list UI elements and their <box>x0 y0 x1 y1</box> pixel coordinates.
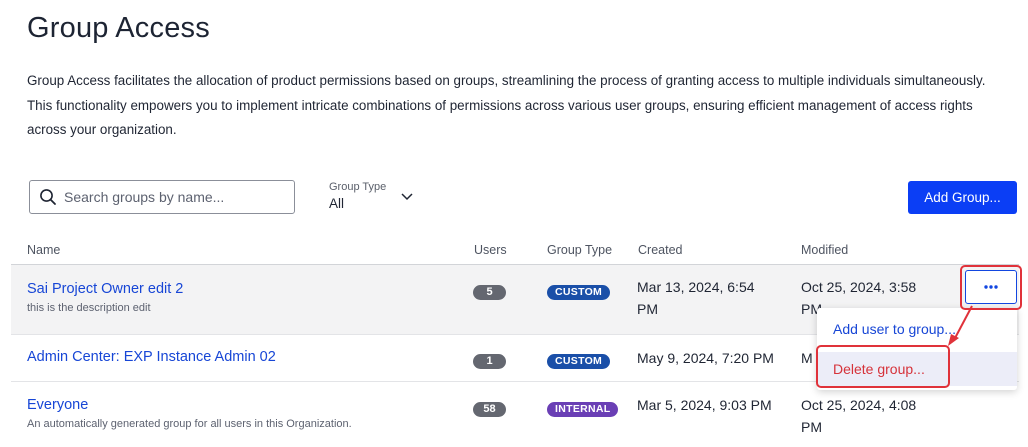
group-type-filter[interactable]: Group Type All <box>329 181 413 211</box>
annotation-arrow-icon <box>948 305 973 346</box>
add-user-to-group-menu-item[interactable]: Add user to group... <box>817 312 1017 346</box>
group-description: An automatically generated group for all… <box>27 418 352 430</box>
users-count-badge: 5 <box>473 285 506 300</box>
modified-date: Oct 25, 2024, 3:58 <box>801 279 917 295</box>
group-type-badge: INTERNAL <box>547 402 619 417</box>
page-description: Group Access facilitates the allocation … <box>27 73 986 137</box>
page-title: Group Access <box>27 12 210 44</box>
group-type-filter-label: Group Type <box>329 181 387 193</box>
users-count-badge: 1 <box>473 354 506 369</box>
search-icon <box>40 189 56 205</box>
group-name-link[interactable]: Everyone <box>27 397 88 413</box>
table-row[interactable]: Everyone An automatically generated grou… <box>11 381 1019 447</box>
column-header-users[interactable]: Users <box>474 243 507 257</box>
modified-time-suffix: PM <box>801 419 822 435</box>
group-type-badge: CUSTOM <box>547 354 611 369</box>
add-group-button[interactable]: Add Group... <box>908 181 1017 214</box>
created-date: Mar 13, 2024, 6:54 <box>637 279 755 295</box>
column-header-modified[interactable]: Modified <box>801 243 848 257</box>
modified-date: Oct 25, 2024, 4:08 <box>801 397 917 413</box>
group-name-link[interactable]: Admin Center: EXP Instance Admin 02 <box>27 349 276 365</box>
created-time-suffix: PM <box>637 301 658 317</box>
modified-date: M <box>801 350 813 366</box>
group-description: this is the description edit <box>27 302 151 314</box>
group-type-filter-value: All <box>329 196 345 211</box>
column-header-name[interactable]: Name <box>27 243 60 257</box>
column-header-created[interactable]: Created <box>638 243 682 257</box>
created-date: Mar 5, 2024, 9:03 PM <box>637 397 772 413</box>
search-box[interactable] <box>29 180 295 214</box>
group-type-badge: CUSTOM <box>547 285 611 300</box>
column-header-group-type[interactable]: Group Type <box>547 243 612 257</box>
search-input[interactable] <box>64 189 284 205</box>
created-date: May 9, 2024, 7:20 PM <box>637 350 774 366</box>
chevron-down-icon <box>401 193 413 201</box>
highlight-delete-group <box>816 345 950 388</box>
users-count-badge: 58 <box>473 402 506 417</box>
group-name-link[interactable]: Sai Project Owner edit 2 <box>27 281 183 297</box>
